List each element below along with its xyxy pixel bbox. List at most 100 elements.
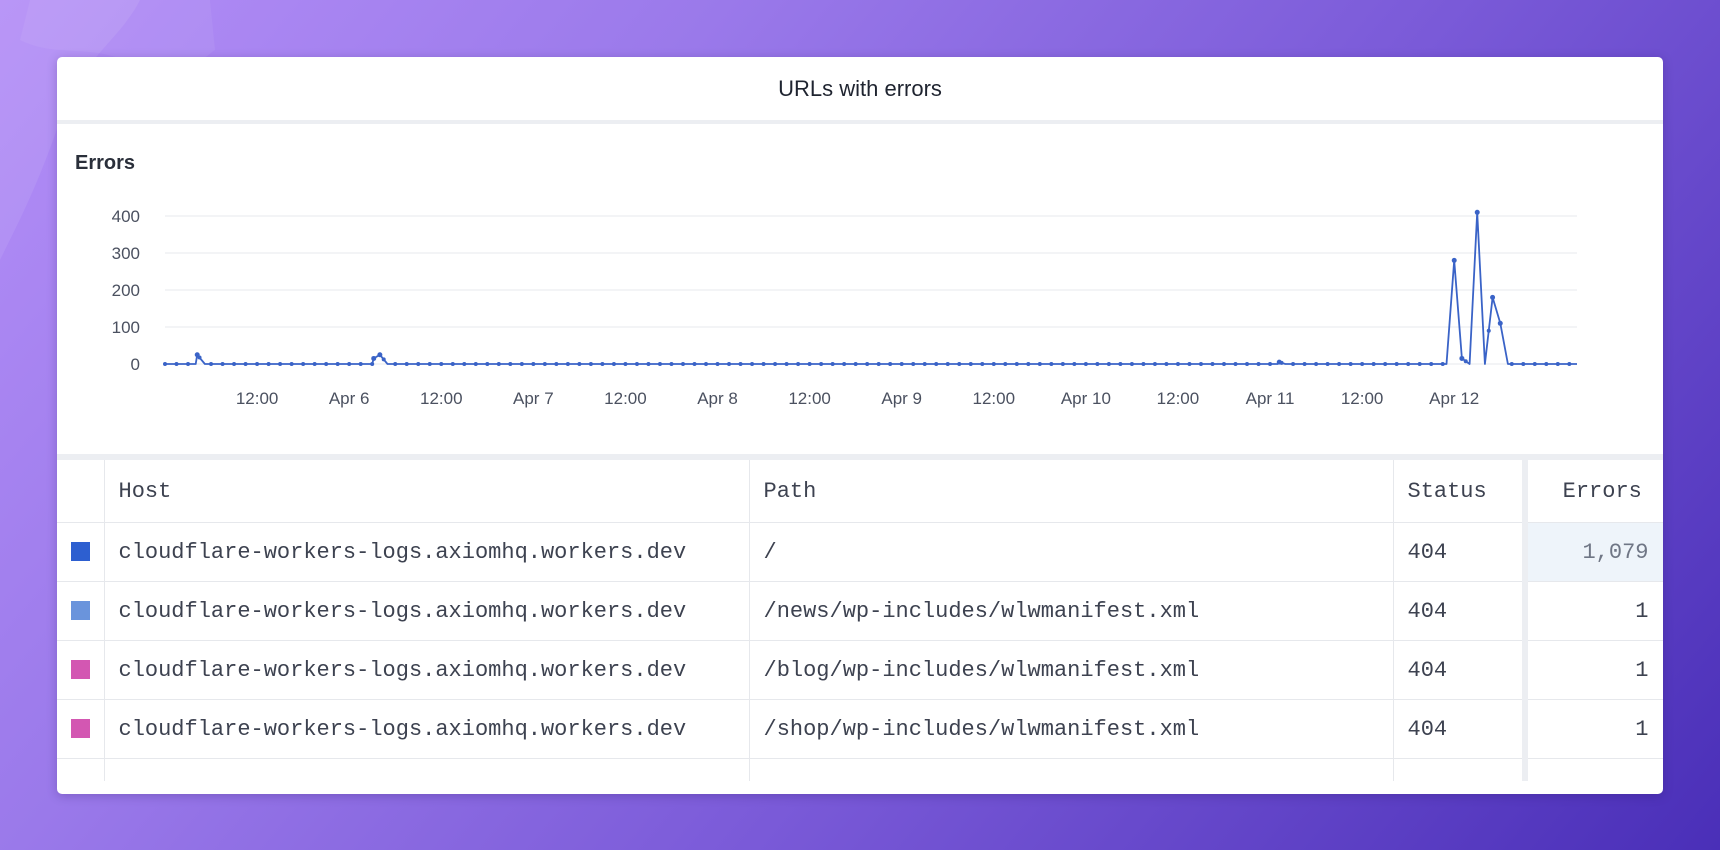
x-tick-label: Apr 12 xyxy=(1429,389,1479,408)
series-point xyxy=(727,362,732,366)
series-point xyxy=(657,362,662,366)
x-tick-label: Apr 9 xyxy=(881,389,922,408)
series-point xyxy=(554,362,559,366)
series-point xyxy=(784,362,789,366)
series-color-cell xyxy=(57,581,105,641)
series-point xyxy=(1383,362,1388,366)
host-cell: cloudflare-workers-logs.axiomhq.workers.… xyxy=(104,581,750,641)
color-column-header xyxy=(57,460,105,523)
x-tick-label: 12:00 xyxy=(788,389,831,408)
series-point[interactable] xyxy=(194,352,200,358)
series-point xyxy=(1325,362,1330,366)
empty-cell xyxy=(1393,758,1528,781)
series-point xyxy=(1348,362,1353,366)
series-color-swatch xyxy=(70,601,90,621)
table-row-partial xyxy=(57,758,1663,781)
series-point xyxy=(1037,362,1042,366)
table-row[interactable]: cloudflare-workers-logs.axiomhq.workers.… xyxy=(57,640,1663,700)
series-point[interactable] xyxy=(377,352,383,358)
empty-cell xyxy=(104,758,750,781)
series-point xyxy=(335,362,340,366)
series-point xyxy=(266,362,271,366)
series-point xyxy=(209,362,214,366)
series-point xyxy=(393,362,398,366)
series-point xyxy=(853,362,858,366)
series-point[interactable] xyxy=(1490,294,1496,300)
x-tick-label: Apr 10 xyxy=(1061,389,1111,408)
series-point xyxy=(888,362,893,366)
series-point xyxy=(957,362,962,366)
series-point xyxy=(968,362,973,366)
status-cell: 404 xyxy=(1393,640,1528,700)
series-point xyxy=(381,357,386,362)
status-column-header[interactable]: Status xyxy=(1393,460,1528,523)
series-point xyxy=(439,362,444,366)
series-point xyxy=(496,362,501,366)
series-point xyxy=(1337,362,1342,366)
errors-chart: Errors 400 300 200 100 0 12:00 Apr 6 12:00 Apr 7… xyxy=(57,124,1663,460)
series-point xyxy=(1026,362,1031,366)
series-point xyxy=(473,362,478,366)
errors-cell: 1 xyxy=(1525,699,1663,759)
series-point xyxy=(370,362,375,366)
series-point xyxy=(462,362,467,366)
series-point[interactable] xyxy=(1459,355,1465,361)
path-column-header[interactable]: Path xyxy=(749,460,1394,523)
series-point xyxy=(1268,362,1273,366)
series-color-swatch xyxy=(70,719,90,739)
series-point[interactable] xyxy=(371,355,377,361)
series-point xyxy=(220,362,225,366)
series-point xyxy=(934,362,939,366)
host-cell: cloudflare-workers-logs.axiomhq.workers.… xyxy=(104,699,750,759)
series-point xyxy=(416,362,421,366)
series-point[interactable] xyxy=(1451,257,1457,263)
series-point xyxy=(301,362,306,366)
series-point xyxy=(1187,362,1192,366)
series-point xyxy=(324,362,329,366)
series-point xyxy=(1106,362,1111,366)
series-point xyxy=(1222,362,1226,366)
series-point xyxy=(1233,362,1238,366)
host-column-header[interactable]: Host xyxy=(104,460,750,523)
series-point xyxy=(876,362,881,366)
series-point xyxy=(1060,362,1065,366)
empty-cell xyxy=(1525,758,1663,781)
series-point xyxy=(1521,362,1526,366)
series-point xyxy=(1429,362,1434,366)
series-point xyxy=(1210,362,1215,366)
series-point xyxy=(508,362,513,366)
status-cell: 404 xyxy=(1393,522,1528,582)
series-point xyxy=(1567,362,1572,366)
series-point xyxy=(773,362,778,366)
series-point xyxy=(542,362,547,366)
host-cell: cloudflare-workers-logs.axiomhq.workers.… xyxy=(104,640,750,700)
table-row[interactable]: cloudflare-workers-logs.axiomhq.workers.… xyxy=(57,522,1663,582)
series-point xyxy=(991,362,996,366)
series-point xyxy=(1463,359,1468,364)
x-tick-label: Apr 8 xyxy=(697,389,738,408)
table-row[interactable]: cloudflare-workers-logs.axiomhq.workers.… xyxy=(57,699,1663,759)
series-point xyxy=(715,362,720,366)
x-tick-label: 12:00 xyxy=(973,389,1016,408)
y-tick-label: 200 xyxy=(112,281,140,300)
table-row[interactable]: cloudflare-workers-logs.axiomhq.workers.… xyxy=(57,581,1663,641)
series-color-cell xyxy=(57,640,105,700)
series-point xyxy=(1291,362,1296,366)
panel-title: URLs with errors xyxy=(57,57,1663,124)
series-point xyxy=(865,362,870,366)
series-point xyxy=(1141,362,1146,366)
errors-panel: URLs with errors Errors 400 300 200 100 0 12:… xyxy=(57,57,1663,794)
series-point xyxy=(634,362,639,366)
series-point xyxy=(588,362,593,366)
series-point xyxy=(1014,362,1019,366)
series-point[interactable] xyxy=(1497,320,1503,326)
series-point xyxy=(1509,362,1514,366)
errors-column-header[interactable]: Errors xyxy=(1525,460,1663,523)
series-point xyxy=(1049,362,1054,366)
series-point xyxy=(1371,362,1376,366)
series-point xyxy=(750,362,755,366)
errors-chart-svg: 400 300 200 100 0 12:00 Apr 6 12:00 Apr 7 12:00 Ap… xyxy=(112,207,1577,408)
series-point[interactable] xyxy=(1276,359,1282,365)
series-point[interactable] xyxy=(1474,209,1480,215)
status-cell: 404 xyxy=(1393,581,1528,641)
